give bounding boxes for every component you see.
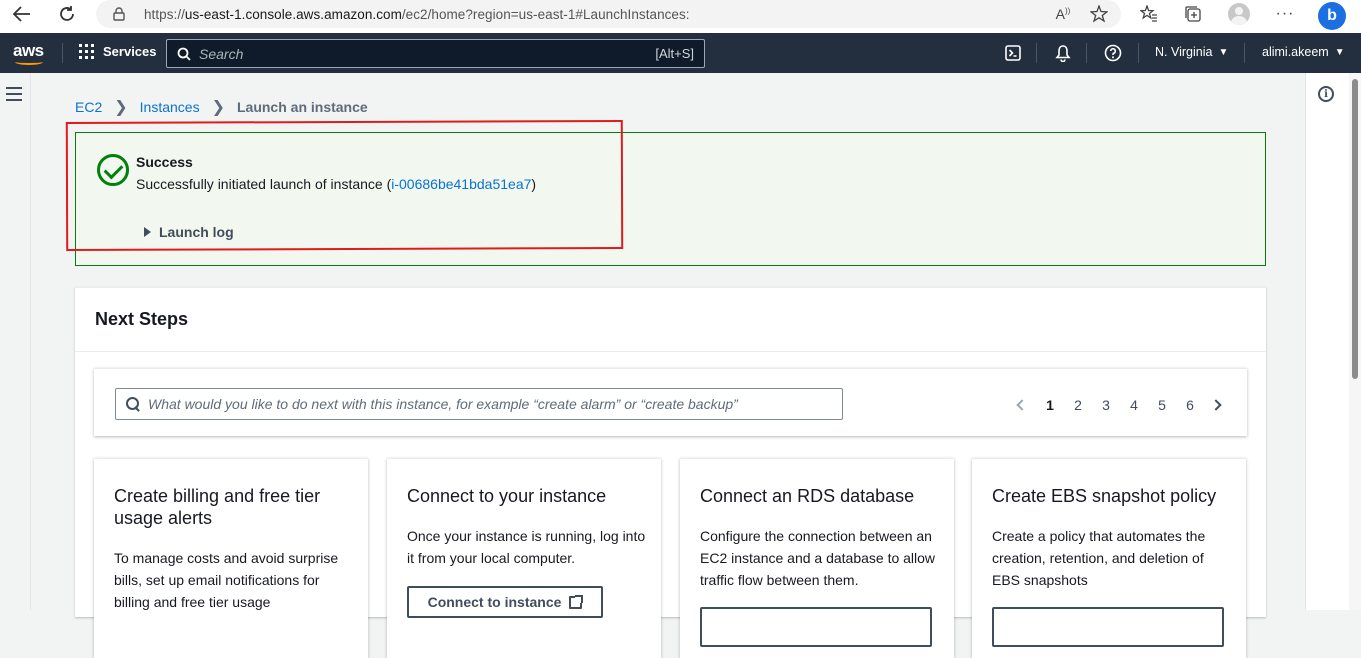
region-selector[interactable]: N. Virginia ▼ (1155, 45, 1228, 59)
console-search-input[interactable]: Search [Alt+S] (166, 39, 705, 68)
caret-down-icon: ▼ (1218, 46, 1229, 58)
address-bar[interactable]: https://us-east-1.console.aws.amazon.com… (96, 0, 1121, 28)
card-body: To manage costs and avoid surprise bills… (114, 550, 339, 610)
page-6[interactable]: 6 (1176, 397, 1204, 413)
card-title: Create EBS snapshot policy (992, 486, 1217, 506)
grid-icon (79, 44, 94, 59)
page-3[interactable]: 3 (1092, 397, 1120, 413)
search-icon (177, 47, 191, 61)
annotation-highlight-box (65, 120, 624, 251)
page-5[interactable]: 5 (1148, 397, 1176, 413)
card-body: Configure the connection between an EC2 … (700, 528, 936, 588)
next-steps-heading: Next Steps (95, 309, 189, 329)
card-body: Once your instance is running, log into … (407, 528, 646, 566)
card-billing-alerts: Create billing and free tier usage alert… (94, 458, 368, 658)
favorites-icon[interactable] (1138, 4, 1160, 24)
aws-console-header: aws Services Search [Alt+S] N. Virginia … (0, 33, 1361, 73)
collections-icon[interactable] (1182, 4, 1204, 24)
lock-icon (112, 7, 126, 21)
card-body: Create a policy that automates the creat… (992, 528, 1206, 588)
card-title: Connect an RDS database (700, 486, 915, 506)
page-1[interactable]: 1 (1036, 397, 1064, 413)
refresh-icon[interactable] (54, 3, 80, 25)
caret-down-icon: ▼ (1334, 46, 1345, 58)
account-menu[interactable]: alimi.akeem ▼ (1262, 45, 1345, 59)
create-ebs-policy-button[interactable] (992, 607, 1224, 647)
page-2[interactable]: 2 (1064, 397, 1092, 413)
read-aloud-icon[interactable]: A)) (1052, 4, 1074, 24)
next-steps-container: Next Steps What would you like to do nex… (75, 287, 1266, 658)
help-icon[interactable] (1104, 44, 1122, 62)
next-steps-filter-bar: What would you like to do next with this… (94, 368, 1247, 436)
page-scrollbar[interactable] (1349, 73, 1361, 610)
external-link-icon (569, 594, 584, 609)
more-options-icon[interactable]: ··· (1274, 4, 1296, 24)
add-favorite-icon[interactable] (1088, 4, 1110, 24)
notifications-bell-icon[interactable] (1054, 44, 1072, 62)
menu-hamburger-icon[interactable] (6, 86, 24, 102)
cloudshell-icon[interactable] (1004, 44, 1022, 62)
breadcrumb-instances-link[interactable]: Instances (140, 99, 200, 115)
bing-copilot-icon[interactable]: b (1318, 2, 1346, 30)
card-connect-rds: Connect an RDS database Configure the co… (680, 458, 954, 658)
back-arrow-icon[interactable] (9, 3, 35, 25)
card-title: Connect to your instance (407, 486, 607, 506)
breadcrumb: EC2 ❯ Instances ❯ Launch an instance (75, 97, 368, 117)
card-connect-instance: Connect to your instance Once your insta… (387, 458, 661, 658)
info-icon[interactable]: i (1318, 86, 1334, 102)
next-page-icon[interactable] (1210, 399, 1222, 411)
profile-avatar[interactable] (1228, 3, 1250, 25)
breadcrumb-current: Launch an instance (236, 99, 368, 115)
page-4[interactable]: 4 (1120, 397, 1148, 413)
chevron-right-icon: ❯ (211, 99, 225, 116)
pagination: 1 2 3 4 5 6 (1012, 397, 1222, 413)
services-menu-button[interactable]: Services (79, 44, 157, 59)
url-text: https://us-east-1.console.aws.amazon.com… (144, 6, 690, 22)
previous-page-icon[interactable] (1016, 399, 1028, 411)
browser-toolbar: https://us-east-1.console.aws.amazon.com… (0, 0, 1361, 33)
connect-to-instance-button[interactable]: Connect to instance (407, 586, 603, 618)
aws-logo[interactable]: aws (13, 41, 47, 65)
card-ebs-snapshot-policy: Create EBS snapshot policy Create a poli… (972, 458, 1246, 658)
breadcrumb-ec2-link[interactable]: EC2 (75, 99, 102, 115)
connect-rds-button[interactable] (700, 607, 932, 647)
chevron-right-icon: ❯ (114, 99, 128, 116)
next-steps-search-input[interactable]: What would you like to do next with this… (115, 388, 843, 420)
card-title: Create billing and free tier usage alert… (114, 486, 321, 528)
search-icon (125, 396, 141, 412)
